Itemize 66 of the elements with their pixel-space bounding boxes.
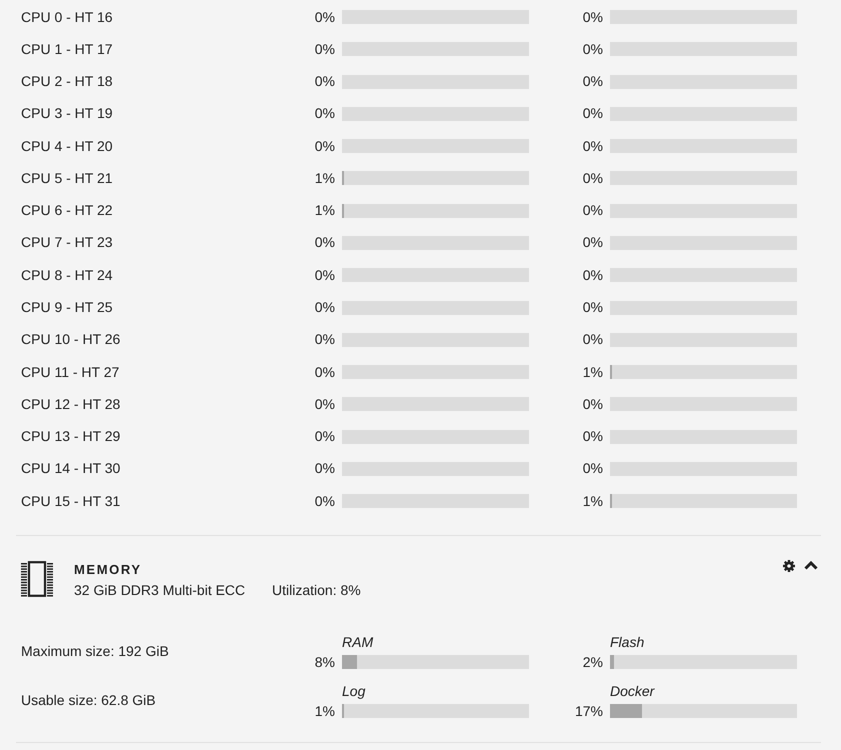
meter-label: Docker	[610, 682, 656, 700]
memory-chip-icon	[21, 561, 53, 598]
cpu-label: CPU 11 - HT 27	[21, 362, 120, 382]
settings-icon	[783, 560, 795, 572]
percent-reading: 0%	[582, 202, 603, 218]
percent-reading: 0%	[582, 331, 603, 348]
percent-reading: 0%	[314, 40, 335, 57]
percent-reading: 0%	[582, 8, 603, 25]
cpu-label: CPU 3 - HT 19	[21, 104, 114, 124]
percent-reading: 0%	[582, 40, 603, 57]
percent-reading: 0%	[582, 170, 603, 186]
memory-description: 32 GiB DDR3 Multi-bit ECC	[74, 582, 246, 598]
cpu-label: CPU 15 - HT 31	[21, 492, 122, 511]
percent-reading: 0%	[582, 73, 603, 90]
percent-reading: 0%	[314, 266, 335, 283]
percent-reading: 0%	[582, 460, 603, 476]
percent-reading: 8%	[314, 654, 335, 670]
cpu-label: CPU 0 - HT 16	[21, 8, 114, 27]
cpu-label: CPU 14 - HT 30	[21, 459, 122, 478]
percent-reading: 0%	[314, 428, 335, 444]
cpu-label: CPU 5 - HT 21	[21, 168, 114, 188]
percent-reading: 17%	[574, 703, 603, 720]
cpu-label: CPU 6 - HT 22	[21, 201, 114, 220]
percent-reading: 0%	[582, 266, 603, 283]
cpu-label: CPU 9 - HT 25	[21, 298, 114, 318]
percent-reading: 0%	[314, 234, 335, 250]
percent-reading: 0%	[314, 492, 335, 509]
memory-detail: Usable size: 62.8 GiB	[21, 690, 157, 710]
percent-reading: 1%	[314, 202, 335, 218]
percent-reading: 0%	[314, 73, 335, 90]
percent-reading: 0%	[314, 105, 335, 122]
meter-label: Flash	[610, 633, 646, 652]
percent-reading: 0%	[314, 8, 335, 25]
percent-reading: 0%	[314, 396, 335, 412]
percent-reading: 1%	[582, 364, 603, 380]
percent-reading: 0%	[314, 331, 335, 348]
cpu-label: CPU 12 - HT 28	[21, 394, 122, 414]
section-title: MEMORY	[74, 562, 143, 578]
settings-button[interactable]	[783, 560, 795, 572]
collapse-button[interactable]	[804, 560, 818, 572]
cpu-label: CPU 7 - HT 23	[21, 233, 114, 252]
percent-reading: 0%	[314, 364, 335, 380]
cpu-label: CPU 2 - HT 18	[21, 72, 114, 92]
cpu-label: CPU 4 - HT 20	[21, 136, 114, 156]
percent-reading: 1%	[314, 703, 335, 720]
chevron-up-icon	[804, 560, 818, 572]
cpu-label: CPU 8 - HT 24	[21, 266, 114, 285]
percent-reading: 0%	[314, 460, 335, 476]
percent-reading: 0%	[582, 299, 603, 316]
percent-reading: 0%	[582, 105, 603, 122]
percent-reading: 0%	[314, 299, 335, 316]
utilization-text: Utilization: 8%	[272, 582, 361, 598]
cpu-label: CPU 10 - HT 26	[21, 330, 122, 350]
meter-label: RAM	[342, 633, 374, 652]
cpu-label: CPU 13 - HT 29	[21, 427, 122, 446]
percent-reading: 0%	[582, 428, 603, 444]
cpu-label: CPU 1 - HT 17	[21, 40, 114, 59]
percent-reading: 2%	[582, 654, 603, 670]
memory-detail: Maximum size: 192 GiB	[21, 642, 170, 661]
percent-reading: 0%	[582, 396, 603, 412]
percent-reading: 0%	[582, 138, 603, 154]
percent-reading: 1%	[582, 492, 603, 509]
percent-reading: 0%	[314, 138, 335, 154]
percent-reading: 0%	[582, 234, 603, 250]
meter-label: Log	[342, 682, 366, 700]
percent-reading: 1%	[314, 170, 335, 186]
